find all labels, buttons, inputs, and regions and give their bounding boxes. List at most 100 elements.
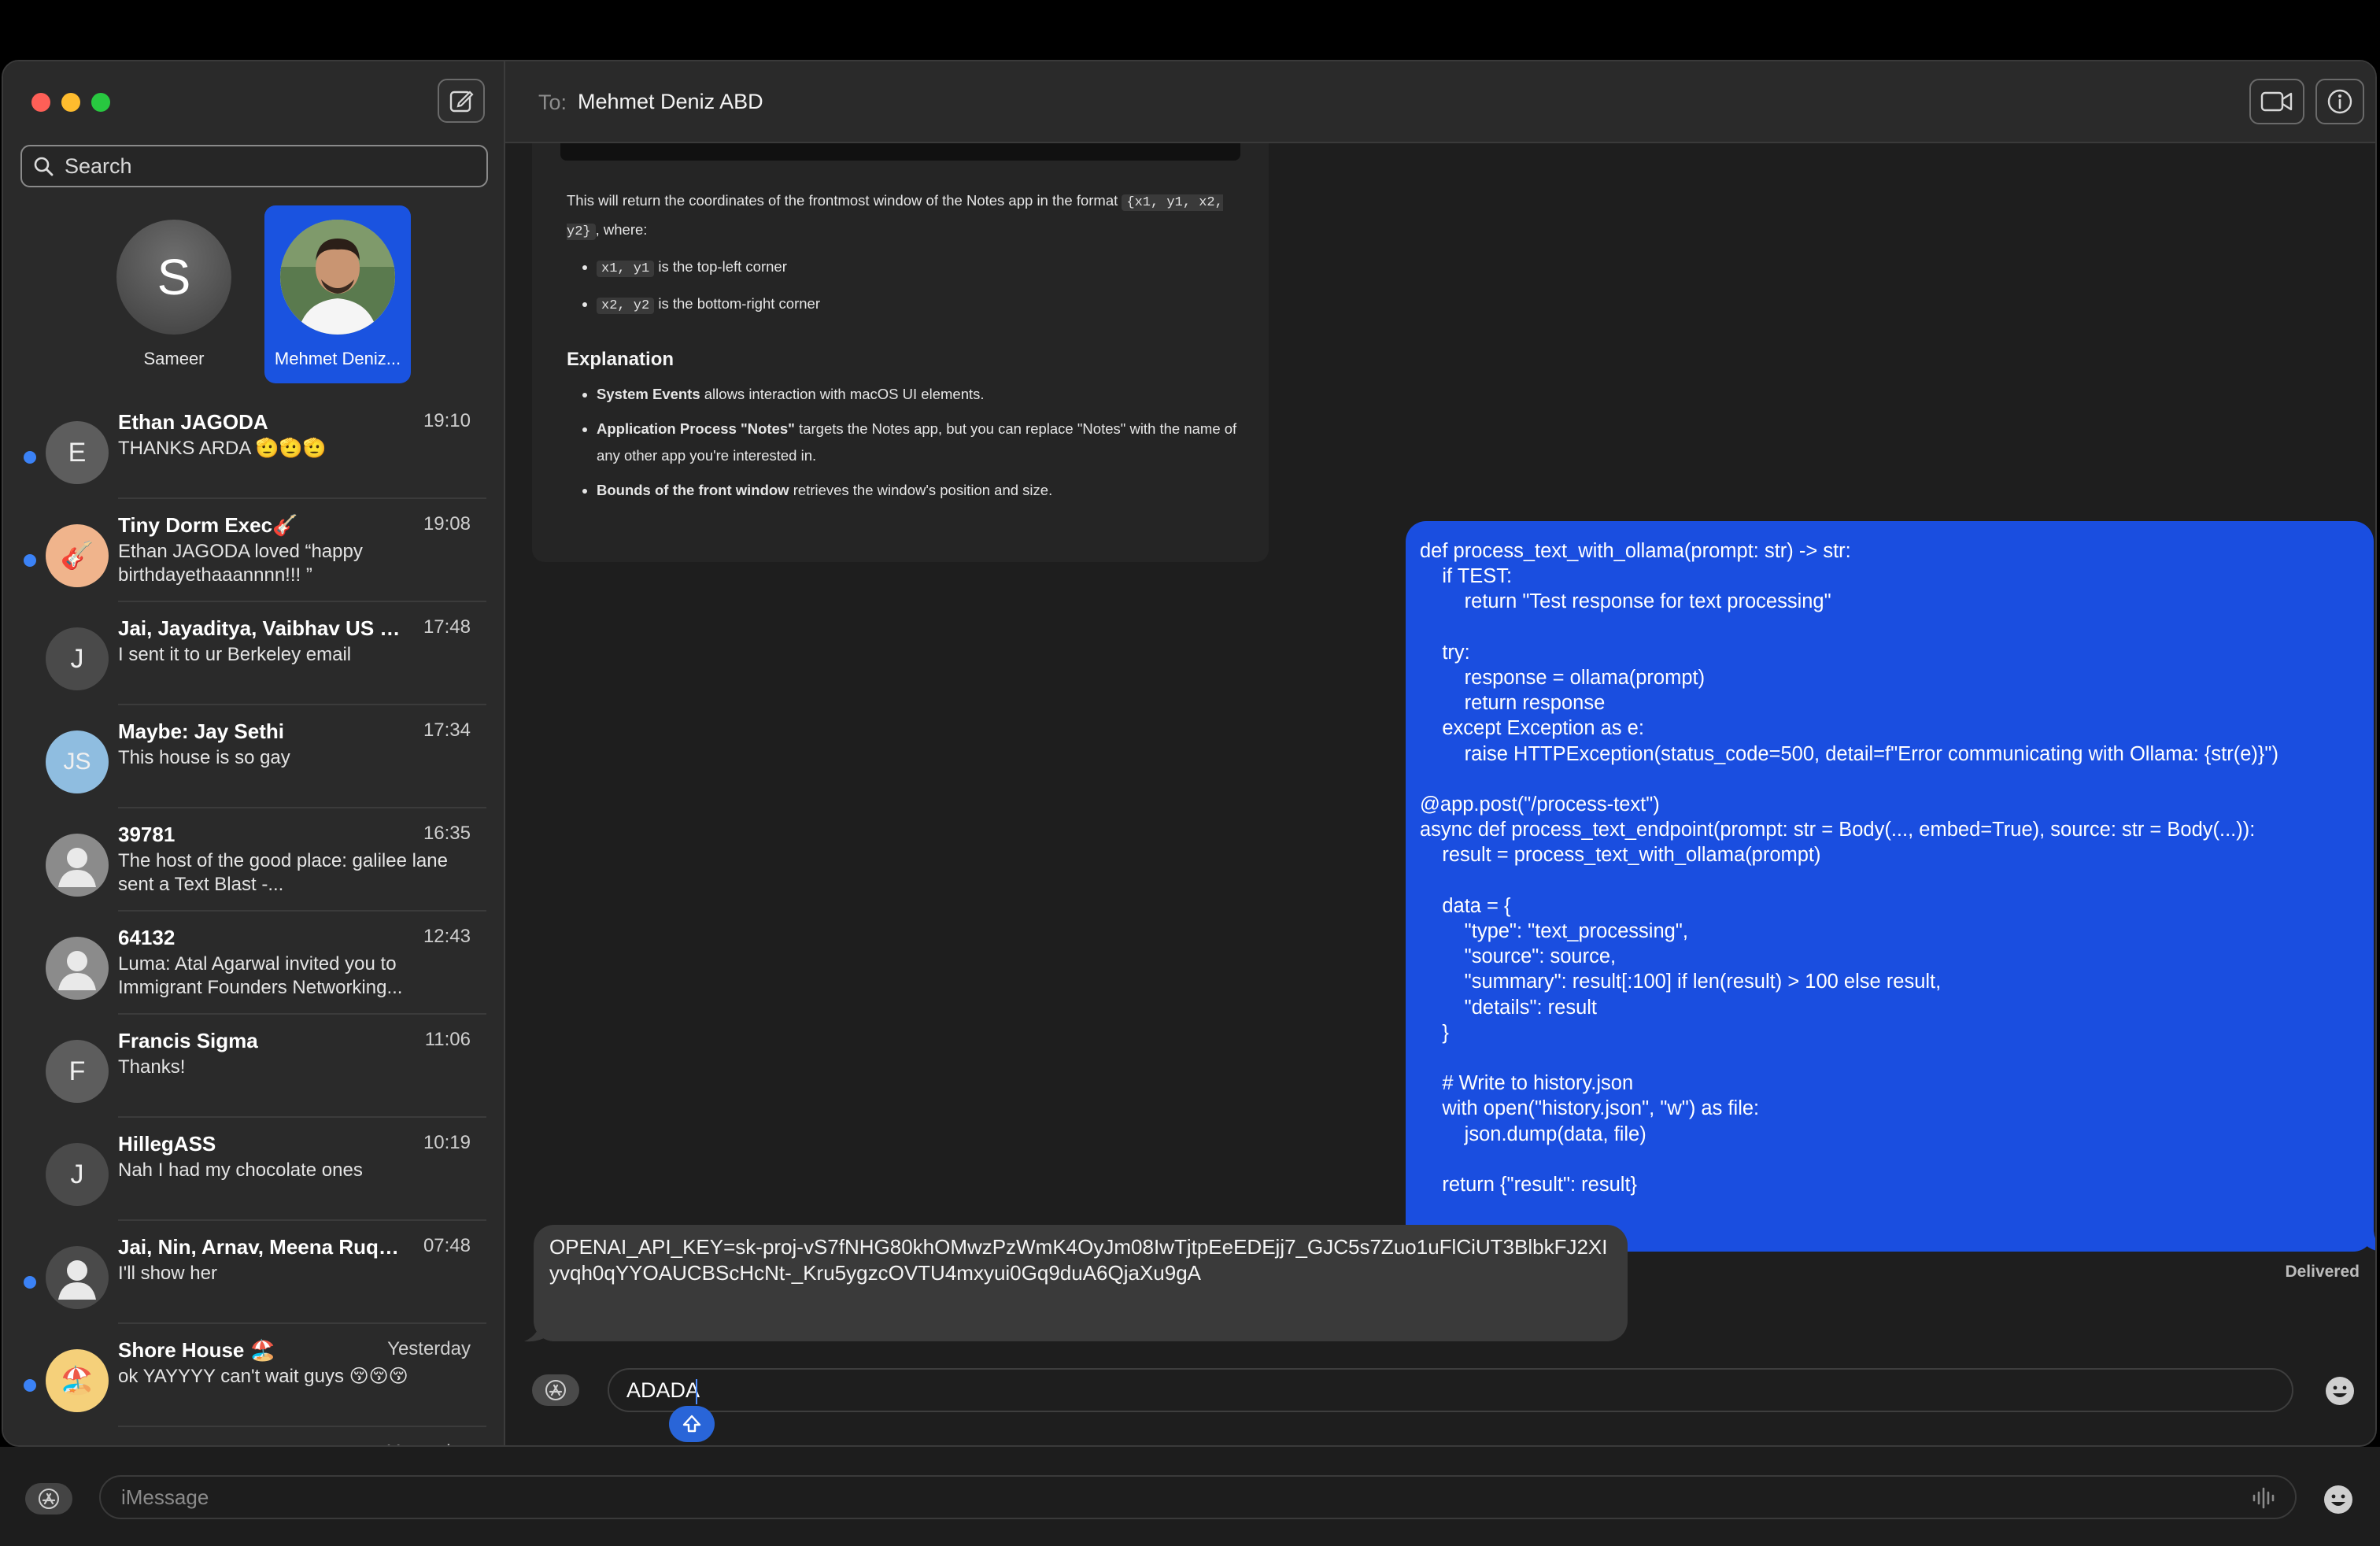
avatar: 🎸 [46,524,109,587]
received-message-bubble[interactable]: OPENAI_API_KEY=sk-proj-vS7fNHG80khOMwzPz… [534,1225,1628,1341]
avatar: F [46,1040,109,1103]
avatar-initial: 🎸 [60,541,94,571]
conversation-preview: The host of the good place: galilee lane… [118,850,448,895]
list-item: System Events allows interaction with ma… [597,381,1244,408]
conversation-pane: To: Mehmet Deniz ABD This will return th… [505,61,2375,1445]
conversation-preview: Nah I had my chocolate ones [118,1160,363,1181]
avatar: 🏖️ [46,1349,109,1412]
conversation-row[interactable]: F Francis Sigma 11:06 Thanks! [3,1015,504,1118]
list-item: Bounds of the front window retrieves the… [597,477,1244,504]
to-label: To: [538,91,567,114]
coordinate-list: x1, y1 is the top-left corner x2, y2 is … [567,253,1244,320]
pinned-conversations: S Sameer Mehmet Deniz... [3,205,504,383]
audio-waveform-icon[interactable] [2251,1486,2278,1510]
conversation-time: 07:48 [423,1235,471,1256]
avatar: J [46,1143,109,1206]
conversation-row[interactable]: 64132 12:43 Luma: Atal Agarwal invited you… [3,912,504,1015]
conversation-name: 39781 [118,823,176,846]
imessage-field[interactable] [99,1475,2297,1519]
conversation-row[interactable]: E Ethan JAGODA 19:10 THANKS ARDA 🫡🫡🫡 [3,396,504,499]
list-item: Application Process "Notes" targets the … [597,416,1244,469]
conversation-time: Yesterday [387,1338,471,1359]
conversation-name: Jai, Jayaditya, Vaibhav US &... [118,616,409,640]
unread-indicator [24,554,36,567]
bold-term: Application Process "Notes" [597,420,795,437]
message-input[interactable] [625,1377,2265,1404]
person-icon [58,848,96,887]
message-input-field[interactable] [608,1368,2293,1412]
avatar-initial: J [70,643,84,674]
conversation-name: HillegASS [118,1132,216,1156]
apps-button[interactable] [532,1374,579,1406]
avatar [46,834,109,897]
conversation-time: 16:35 [423,823,471,844]
conversation-name: Shore House 🏖️ [118,1338,275,1362]
explanation-list: System Events allows interaction with ma… [567,381,1244,504]
conversation-row[interactable]: 39781 16:35 The host of the good place: ga… [3,808,504,912]
list-text: allows interaction with macOS UI element… [700,386,985,402]
caps-lock-indicator [669,1406,715,1442]
recipient-name[interactable]: Mehmet Deniz ABD [578,90,763,114]
zoom-window-button[interactable] [91,93,110,112]
shift-arrow-icon [682,1415,701,1433]
conversation-time: 17:48 [423,616,471,638]
list-item: x2, y2 is the bottom-right corner [597,290,1244,320]
bubble-tail [2363,1231,2375,1251]
unread-indicator [24,1379,36,1392]
pinned-mehmet[interactable]: Mehmet Deniz... [264,205,411,383]
conversation-preview: Ethan JAGODA loved “happy birthdayethaaa… [118,541,363,586]
received-message-partial: This will return the coordinates of the … [532,143,1269,562]
conversation-name: 64132 [118,926,176,949]
list-text: retrieves the window's position and size… [789,482,1053,498]
conversation-time: 17:34 [423,719,471,741]
conversation-row[interactable]: JS Maybe: Jay Sethi 17:34 This house is so … [3,705,504,808]
delivery-status: Delivered [2285,1263,2360,1281]
person-icon [58,951,96,990]
section-heading: Explanation [567,349,674,370]
conversation-preview: Thanks! [118,1056,186,1078]
close-window-button[interactable] [31,93,50,112]
conversation-preview: THANKS ARDA 🫡🫡🫡 [118,438,327,459]
search-field[interactable] [20,145,488,187]
inline-code: x1, y1 [597,261,655,277]
conversation-preview: I'll show her [118,1263,217,1284]
conversation-row[interactable]: Jai, Nin, Arnav, Meena RuqR... 07:48 I'll … [3,1221,504,1324]
search-input[interactable] [63,153,460,179]
pinned-sameer[interactable]: S Sameer [101,205,247,383]
conversation-row[interactable]: 🎸 Tiny Dorm Exec🎸 19:08 Ethan JAGODA loved … [3,499,504,602]
conversation-preview: ok YAYYYY can't wait guys 😚😚😚 [118,1366,408,1387]
avatar [46,1246,109,1309]
search-icon [34,157,54,176]
pinned-name: Sameer [143,349,205,368]
conversation-row[interactable]: 🏖️ Shore House 🏖️ Yesterday ok YAYYYY can't… [3,1324,504,1427]
conversation-name: Ethan JAGODA [118,410,268,434]
imessage-input[interactable] [120,1484,2169,1511]
person-photo-icon [280,220,395,335]
conversation-list: E Ethan JAGODA 19:10 THANKS ARDA 🫡🫡🫡 🎸 Tiny D… [3,396,504,1445]
inline-code: x2, y2 [597,298,655,314]
list-text: is the top-left corner [654,258,787,275]
avatar: JS [46,730,109,793]
avatar [46,937,109,1000]
avatar: E [46,421,109,484]
apps-button[interactable] [25,1483,72,1515]
conversation-row[interactable]: J HillegASS 10:19 Nah I had my chocolate on… [3,1118,504,1221]
conversation-preview: I sent it to ur Berkeley email [118,644,352,665]
pinned-name: Mehmet Deniz... [274,349,401,368]
emoji-icon[interactable] [2322,1483,2355,1516]
unread-indicator [24,451,36,464]
info-button[interactable] [2315,79,2364,124]
conversation-row[interactable]: J Jai, Jayaditya, Vaibhav US &... 17:48 I s… [3,602,504,705]
compose-button[interactable] [438,79,485,123]
conversation-name: Vaibhav US [118,1441,409,1445]
facetime-button[interactable] [2249,79,2304,124]
avatar-initial: 🏖️ [60,1366,94,1396]
conversation-name: Jai, Nin, Arnav, Meena RuqR... [118,1235,409,1259]
sent-message-bubble[interactable]: def process_text_with_ollama(prompt: str… [1406,521,2374,1252]
emoji-icon[interactable] [2323,1374,2356,1407]
avatar-initial: F [68,1056,86,1086]
conversation-time: Yesterday [387,1441,471,1445]
conversation-header: To: Mehmet Deniz ABD [505,61,2375,143]
minimize-window-button[interactable] [61,93,80,112]
conversation-row[interactable]: Vaibhav USYesterday [3,1427,504,1445]
